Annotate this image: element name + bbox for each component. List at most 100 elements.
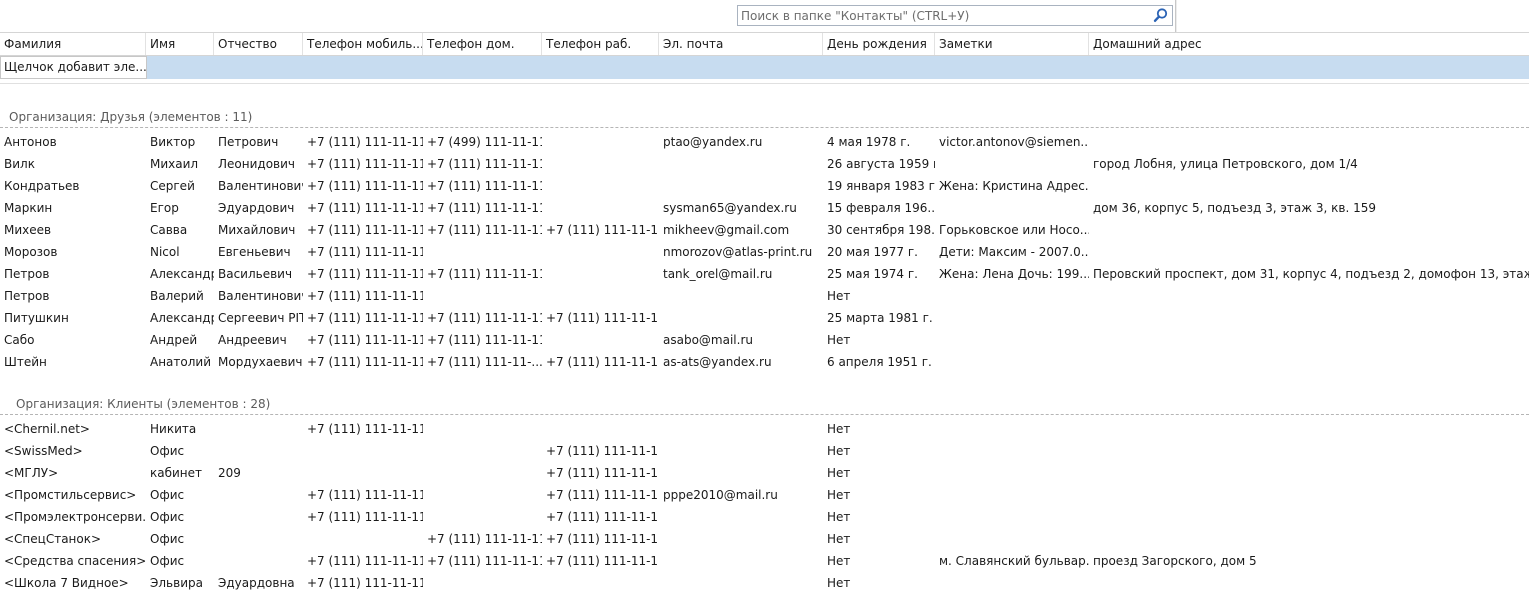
cell-email: tank_orel@mail.ru (663, 267, 773, 281)
contact-row[interactable]: Штейн Анатолий Мордухаевич +7 (111) 111-11-… (0, 351, 1529, 373)
top-toolbar (0, 0, 1529, 32)
contact-row[interactable]: Антонов Виктор Петрович +7 (111) 111-11-11 +… (0, 131, 1529, 153)
column-header-email[interactable]: Эл. почта (659, 33, 823, 55)
column-header-middle-name[interactable]: Отчество (214, 33, 303, 55)
cell-email: as-ats@yandex.ru (663, 355, 772, 369)
column-header-home-phone[interactable]: Телефон дом. (423, 33, 542, 55)
search-input[interactable] (738, 6, 1151, 25)
column-header-first-name[interactable]: Имя (146, 33, 214, 55)
contact-row[interactable]: Кондратьев Сергей Валентинович +7 (111) 111… (0, 175, 1529, 197)
cell-work-phone (542, 572, 659, 594)
column-header-notes[interactable]: Заметки (935, 33, 1089, 55)
contact-row[interactable]: Маркин Егор Эдуардович +7 (111) 111-11-11 +7… (0, 197, 1529, 219)
cell-birthday: 19 января 1983 г. (827, 179, 935, 193)
column-header-birthday[interactable]: День рождения (823, 33, 935, 55)
cell-birthday: Нет (827, 554, 851, 568)
magnifier-icon[interactable] (1152, 7, 1170, 24)
cell-notes: Жена: Лена Дочь: 199... (939, 267, 1089, 281)
contact-row[interactable]: Питушкин Александр Сергеевич PIT +7 (111) 1… (0, 307, 1529, 329)
cell-email: pppe2010@mail.ru (663, 488, 778, 502)
cell-home-address: проезд Загорского, дом 5 (1093, 554, 1257, 568)
cell-notes (935, 528, 1089, 550)
cell-birthday: Нет (827, 488, 851, 502)
group-header[interactable]: Организация: Друзья (элементов : 11) (0, 108, 1529, 128)
cell-notes: м. Славянский бульвар... (939, 554, 1089, 568)
cell-home-address (1089, 440, 1529, 462)
contact-row[interactable]: <Школа 7 Видное> Эльвира Эдуардовна +7 (111… (0, 572, 1529, 594)
cell-middle-name: Эдуардовна (218, 576, 295, 590)
contact-row[interactable]: Морозов Nicol Евгеньевич +7 (111) 111-11-11… (0, 241, 1529, 263)
cell-home-address (1089, 307, 1529, 329)
contact-row[interactable]: <Chernil.net> Никита +7 (111) 111-11-11 Нет (0, 418, 1529, 440)
cell-middle-name: Эдуардович (218, 201, 295, 215)
cell-mobile-phone: +7 (111) 111-11-11 (307, 554, 423, 568)
cell-home-address (1089, 131, 1529, 153)
column-header-mobile-phone[interactable]: Телефон мобиль... (303, 33, 423, 55)
cell-mobile-phone: +7 (111) 111-11-11 (307, 245, 423, 259)
cell-home-address: Перовский проспект, дом 31, корпус 4, по… (1093, 267, 1529, 281)
cell-work-phone: +7 (111) 111-11-11 (546, 444, 659, 458)
cell-notes: Дети: Максим - 2007.0... (939, 245, 1089, 259)
contact-row[interactable]: Петров Валерий Валентинович +7 (111) 111-11… (0, 285, 1529, 307)
cell-home-address (1089, 351, 1529, 373)
column-header-last-name[interactable]: Фамилия (0, 33, 146, 55)
cell-notes (935, 484, 1089, 506)
cell-notes: Горьковское или Носо... (939, 223, 1089, 237)
column-header-home-address[interactable]: Домашний адрес (1089, 33, 1529, 55)
cell-notes (935, 307, 1089, 329)
new-item-row[interactable]: Щелчок добавит эле... (0, 56, 1529, 79)
contact-row[interactable]: <SwissMed> Офис +7 (111) 111-11-11 Нет (0, 440, 1529, 462)
contact-row[interactable]: Вилк Михаил Леонидович +7 (111) 111-11-11 +7… (0, 153, 1529, 175)
contact-row[interactable]: Михеев Савва Михайлович +7 (111) 111-11-11 +… (0, 219, 1529, 241)
cell-last-name: Антонов (4, 135, 57, 149)
cell-home-address (1089, 528, 1529, 550)
cell-home-phone (423, 285, 542, 307)
cell-last-name: Питушкин (4, 311, 69, 325)
cell-work-phone (542, 329, 659, 351)
group-header[interactable]: Организация: Клиенты (элементов : 28) (0, 395, 1529, 415)
cell-notes (935, 572, 1089, 594)
cell-middle-name: Леонидович (218, 157, 295, 171)
cell-notes (935, 285, 1089, 307)
contact-row[interactable]: <СпецСтанок> Офис +7 (111) 111-11-11 +7 (11… (0, 528, 1529, 550)
cell-birthday: Нет (827, 333, 851, 347)
cell-work-phone (542, 263, 659, 285)
cell-home-address (1089, 484, 1529, 506)
cell-email (659, 528, 823, 550)
cell-last-name: Морозов (4, 245, 58, 259)
cell-middle-name: Андреевич (218, 333, 287, 347)
contact-row[interactable]: <Промэлектронсерви... Офис +7 (111) 111-11… (0, 506, 1529, 528)
column-header-work-phone[interactable]: Телефон раб. (542, 33, 659, 55)
cell-middle-name (214, 440, 303, 462)
cell-notes (935, 351, 1089, 373)
cell-birthday: 26 августа 1959 г. (827, 157, 935, 171)
cell-last-name: <Промэлектронсерви... (4, 510, 146, 524)
cell-middle-name: Валентинович (218, 179, 303, 193)
cell-home-address (1089, 219, 1529, 241)
cell-mobile-phone (303, 440, 423, 462)
cell-mobile-phone: +7 (111) 111-11-11 (307, 223, 423, 237)
cell-last-name: Кондратьев (4, 179, 80, 193)
cell-first-name: Эльвира (150, 576, 203, 590)
contact-row[interactable]: Сабо Андрей Андреевич +7 (111) 111-11-11 +7 … (0, 329, 1529, 351)
cell-notes (935, 506, 1089, 528)
cell-first-name: Офис (150, 554, 185, 568)
cell-mobile-phone: +7 (111) 111-11-11 (307, 355, 423, 369)
new-item-placeholder[interactable]: Щелчок добавит эле... (0, 56, 147, 79)
contact-row[interactable]: <Промстильсервис> Офис +7 (111) 111-11-11 +… (0, 484, 1529, 506)
cell-birthday: Нет (827, 466, 851, 480)
contact-row[interactable]: <Средства спасения> Офис +7 (111) 111-11-1… (0, 550, 1529, 572)
cell-last-name: Штейн (4, 355, 47, 369)
contact-row[interactable]: Петров Александр Васильевич +7 (111) 111-11… (0, 263, 1529, 285)
cell-email (659, 418, 823, 440)
cell-email (659, 572, 823, 594)
cell-middle-name (214, 506, 303, 528)
cell-work-phone: +7 (111) 111-11-11 (546, 355, 659, 369)
cell-home-phone: +7 (111) 111-11-... (427, 355, 542, 369)
contact-row[interactable]: <МГЛУ> кабинет 209 +7 (111) 111-11-11 Нет (0, 462, 1529, 484)
search-box[interactable] (737, 5, 1173, 26)
cell-work-phone: +7 (111) 111-11-11 (546, 311, 659, 325)
group-title: Организация: Друзья (элементов : 11) (9, 110, 253, 124)
cell-birthday: 15 февраля 196... (827, 201, 935, 215)
cell-birthday: Нет (827, 532, 851, 546)
